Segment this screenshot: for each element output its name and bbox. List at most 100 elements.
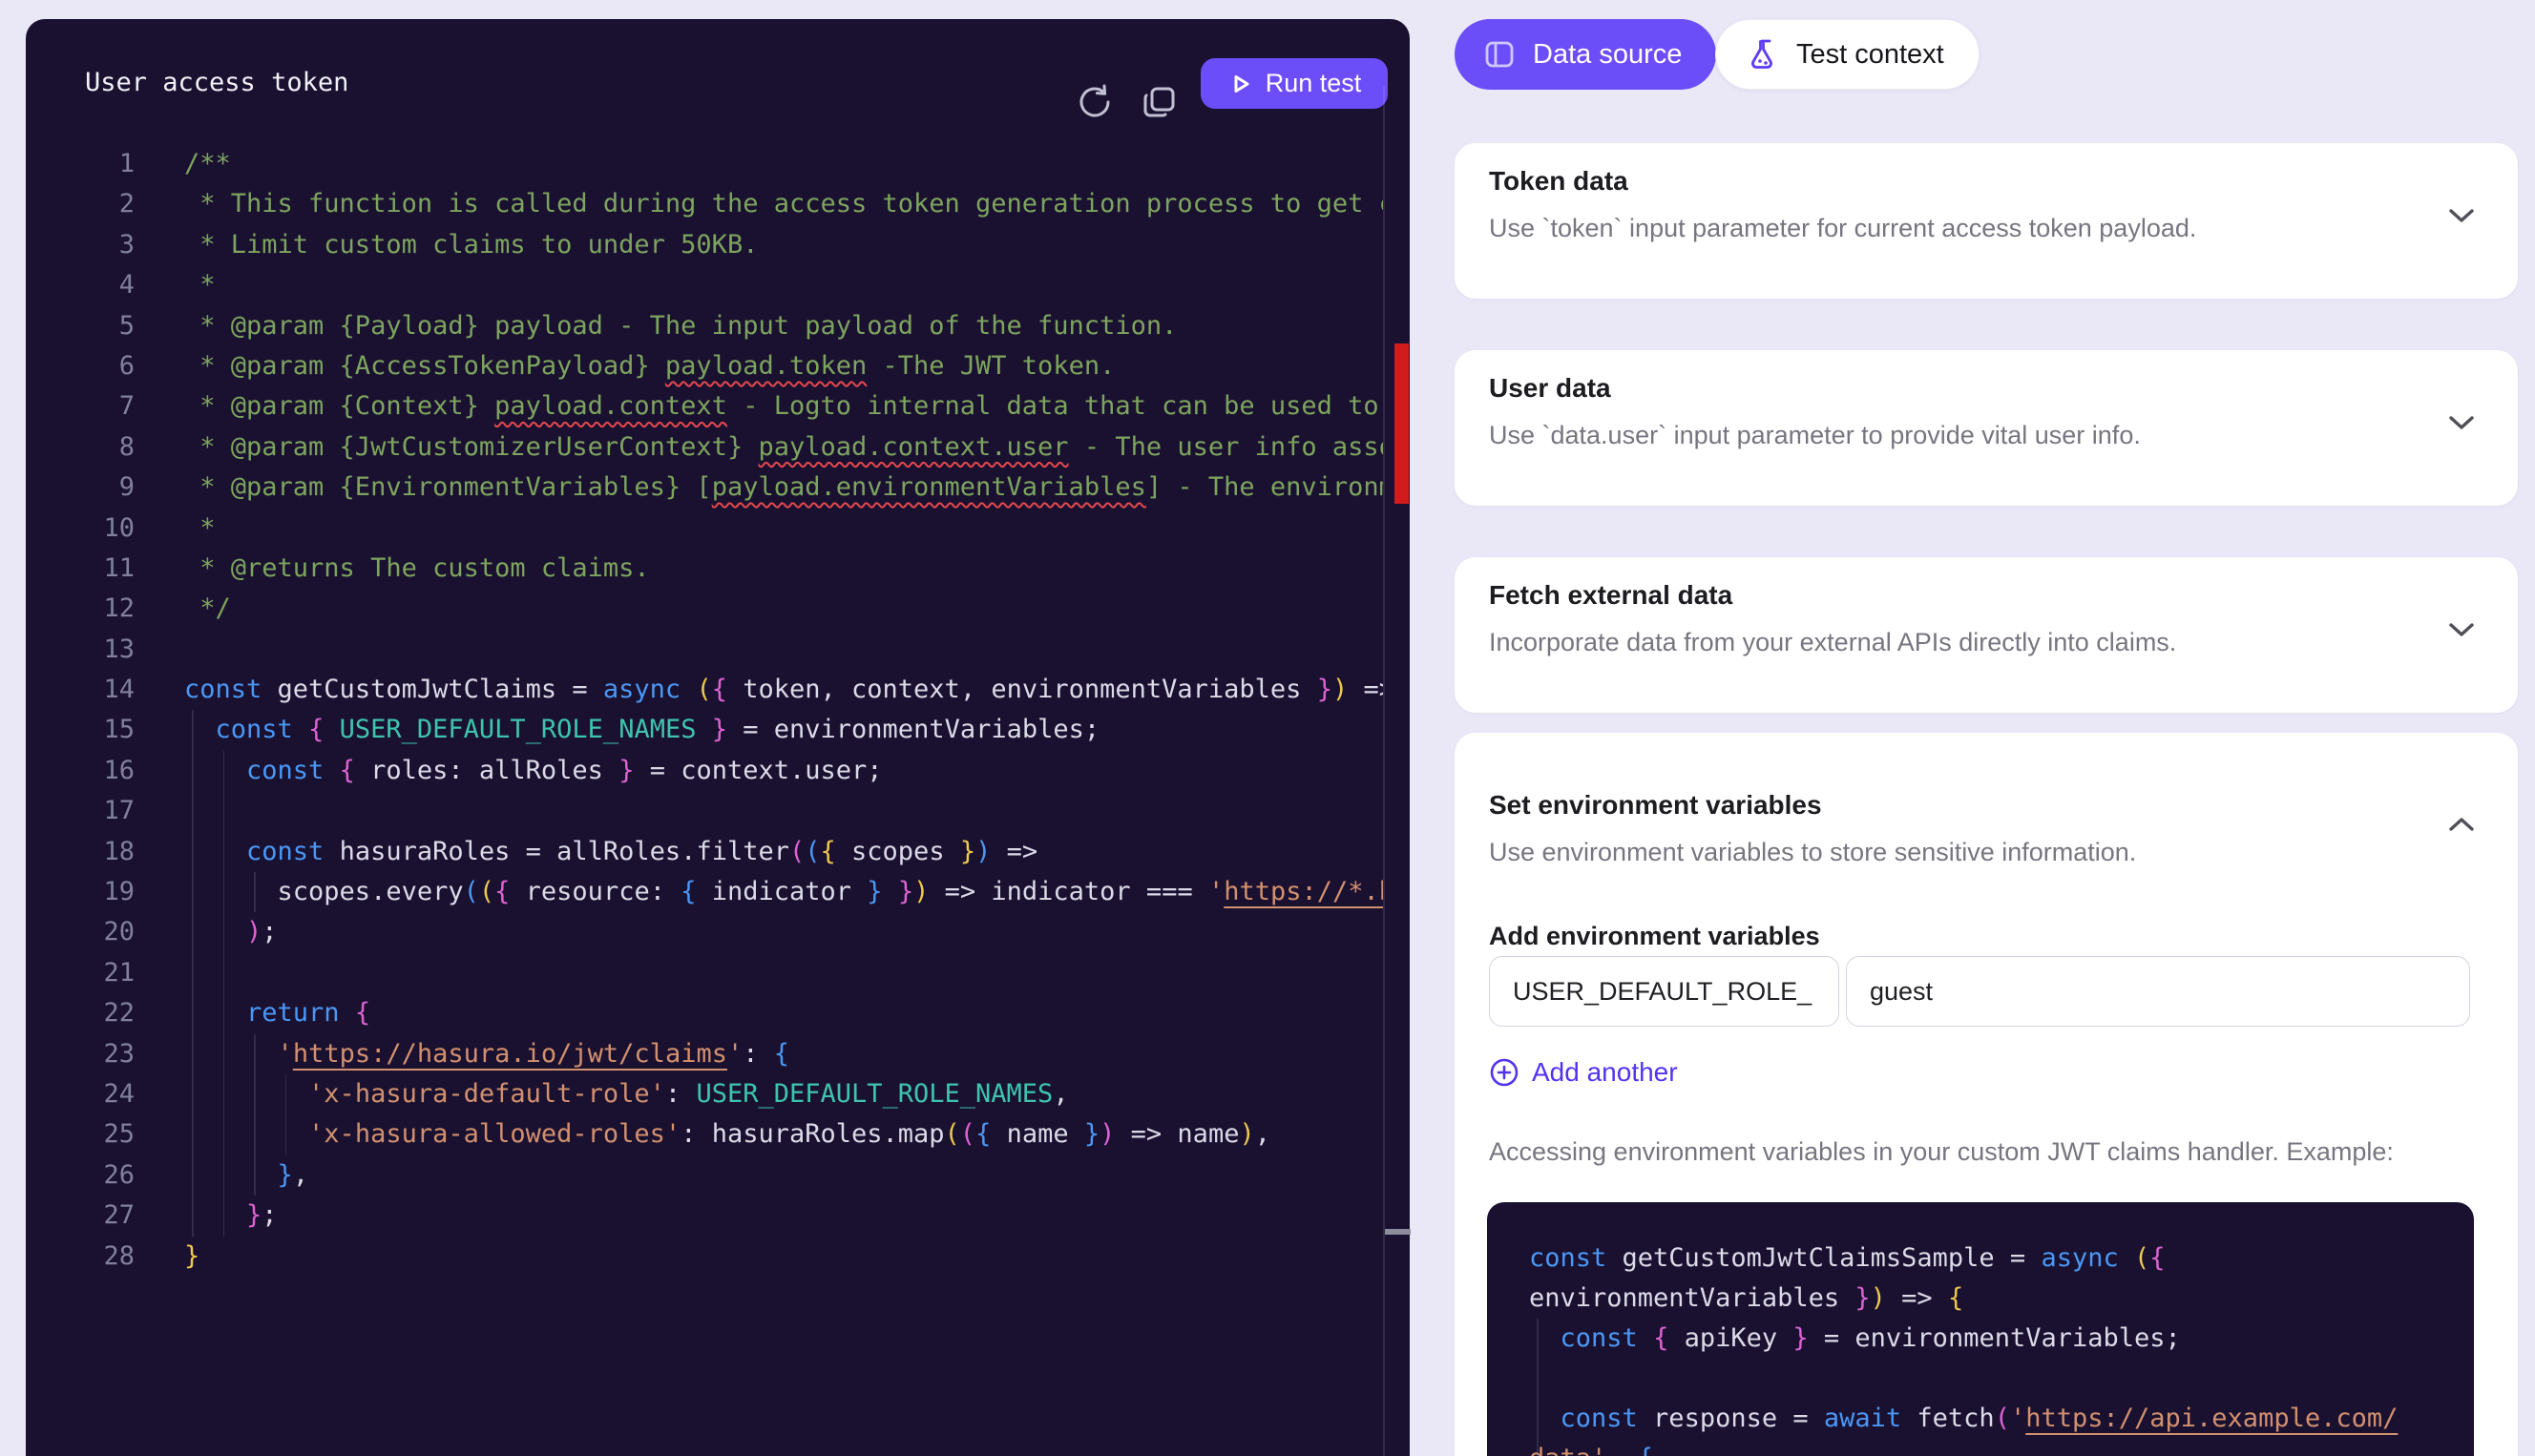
card-user-data[interactable]: User data Use `data.user` input paramete… [1455,350,2518,506]
card-fetch-external-data[interactable]: Fetch external data Incorporate data fro… [1455,557,2518,713]
card-title: Token data [1489,166,1628,197]
code-line[interactable]: 2 * This function is called during the a… [26,184,1383,224]
code-line[interactable]: const response = await fetch('https://ap… [1529,1399,2474,1439]
code-line[interactable]: 22 return { [26,993,1383,1033]
line-number: 14 [26,670,135,710]
code-line[interactable]: 18 const hasuraRoles = allRoles.filter((… [26,832,1383,872]
code-line[interactable]: 17 [26,791,1383,831]
plus-circle-icon [1489,1057,1519,1088]
code-line[interactable]: 25 'x-hasura-allowed-roles': hasuraRoles… [26,1114,1383,1154]
line-number: 22 [26,993,135,1033]
env-value-input[interactable] [1846,956,2470,1027]
panel-icon [1483,38,1516,71]
line-number: 11 [26,549,135,589]
code-line[interactable]: 13 [26,630,1383,670]
line-number: 6 [26,346,135,386]
line-number: 9 [26,468,135,508]
tab-test-context-label: Test context [1796,39,1944,71]
tab-data-source-label: Data source [1533,39,1682,71]
code-line[interactable]: const getCustomJwtClaimsSample = async (… [1529,1238,2474,1279]
code-line[interactable]: 4 * [26,265,1383,305]
code-area[interactable]: 1/**2 * This function is called during t… [26,144,1383,1277]
code-line[interactable] [1529,1359,2474,1399]
code-editor-panel: User access token Run test 1/**2 * This … [26,19,1410,1456]
code-line[interactable]: 9 * @param {EnvironmentVariables} [paylo… [26,468,1383,508]
tab-data-source[interactable]: Data source [1455,19,1716,90]
add-env-variables-label: Add environment variables [1489,922,1820,951]
cursor-position-marker [1385,1229,1411,1235]
code-line[interactable]: 5 * @param {Payload} payload - The input… [26,306,1383,346]
code-line[interactable]: 26 }, [26,1155,1383,1196]
line-number: 20 [26,912,135,952]
code-line[interactable]: 20 ); [26,912,1383,952]
code-line[interactable]: 6 * @param {AccessTokenPayload} payload.… [26,346,1383,386]
copy-button[interactable] [1139,81,1181,123]
jwt-claims-editor-page: User access token Run test 1/**2 * This … [0,0,2535,1456]
line-number: 15 [26,710,135,750]
run-test-label: Run test [1266,69,1362,98]
line-number: 17 [26,791,135,831]
code-line[interactable]: 21 [26,953,1383,993]
line-number: 8 [26,427,135,468]
tab-test-context[interactable]: Test context [1715,19,1980,90]
code-line[interactable]: 15 const { USER_DEFAULT_ROLE_NAMES } = e… [26,710,1383,750]
code-line[interactable]: 11 * @returns The custom claims. [26,549,1383,589]
card-desc: Incorporate data from your external APIs… [1489,628,2176,657]
code-line[interactable]: 12 */ [26,589,1383,629]
code-line[interactable]: 10 * [26,509,1383,549]
code-line[interactable]: data', { [1529,1439,2474,1456]
line-number: 3 [26,225,135,265]
line-number: 2 [26,184,135,224]
add-another-label: Add another [1532,1057,1678,1088]
line-number: 1 [26,144,135,184]
line-number: 23 [26,1034,135,1074]
env-example-caption: Accessing environment variables in your … [1489,1137,2394,1167]
card-title: User data [1489,373,1611,404]
copy-icon [1139,81,1181,123]
code-line[interactable]: 27 }; [26,1196,1383,1236]
code-line[interactable]: 3 * Limit custom claims to under 50KB. [26,225,1383,265]
code-line[interactable]: 8 * @param {JwtCustomizerUserContext} pa… [26,427,1383,468]
line-number: 27 [26,1196,135,1236]
line-number: 16 [26,751,135,791]
refresh-icon [1074,81,1116,123]
card-desc: Use environment variables to store sensi… [1489,838,2136,867]
card-title: Set environment variables [1489,790,1822,821]
line-number: 5 [26,306,135,346]
card-set-environment-variables: Set environment variables Use environmen… [1455,733,2518,1456]
card-title: Fetch external data [1489,580,1732,611]
line-number: 19 [26,872,135,912]
card-token-data[interactable]: Token data Use `token` input parameter f… [1455,143,2518,299]
flask-icon [1745,37,1779,72]
line-number: 21 [26,953,135,993]
chevron-down-icon[interactable] [2447,413,2476,432]
overview-ruler-divider [1383,86,1385,1456]
code-line[interactable]: 19 scopes.every(({ resource: { indicator… [26,872,1383,912]
code-line[interactable]: 28} [26,1237,1383,1277]
line-number: 7 [26,386,135,426]
chevron-down-icon[interactable] [2447,620,2476,639]
code-line[interactable]: 14const getCustomJwtClaims = async ({ to… [26,670,1383,710]
sample-code-block: const getCustomJwtClaimsSample = async (… [1487,1202,2474,1456]
chevron-up-icon[interactable] [2447,815,2476,834]
line-number: 12 [26,589,135,629]
add-another-button[interactable]: Add another [1489,1057,1678,1088]
refresh-button[interactable] [1074,81,1116,123]
code-line[interactable]: 16 const { roles: allRoles } = context.u… [26,751,1383,791]
code-line[interactable]: const { apiKey } = environmentVariables; [1529,1319,2474,1359]
chevron-down-icon[interactable] [2447,206,2476,225]
line-number: 10 [26,509,135,549]
line-number: 26 [26,1155,135,1196]
env-key-input[interactable] [1489,956,1839,1027]
code-line[interactable]: 1/** [26,144,1383,184]
line-number: 13 [26,630,135,670]
run-test-button[interactable]: Run test [1201,58,1388,109]
code-line[interactable]: 23 'https://hasura.io/jwt/claims': { [26,1034,1383,1074]
code-line[interactable]: environmentVariables }) => { [1529,1279,2474,1319]
line-number: 4 [26,265,135,305]
play-icon [1227,71,1254,97]
code-line[interactable]: 7 * @param {Context} payload.context - L… [26,386,1383,426]
card-desc: Use `data.user` input parameter to provi… [1489,421,2141,450]
code-line[interactable]: 24 'x-hasura-default-role': USER_DEFAULT… [26,1074,1383,1114]
line-number: 28 [26,1237,135,1277]
